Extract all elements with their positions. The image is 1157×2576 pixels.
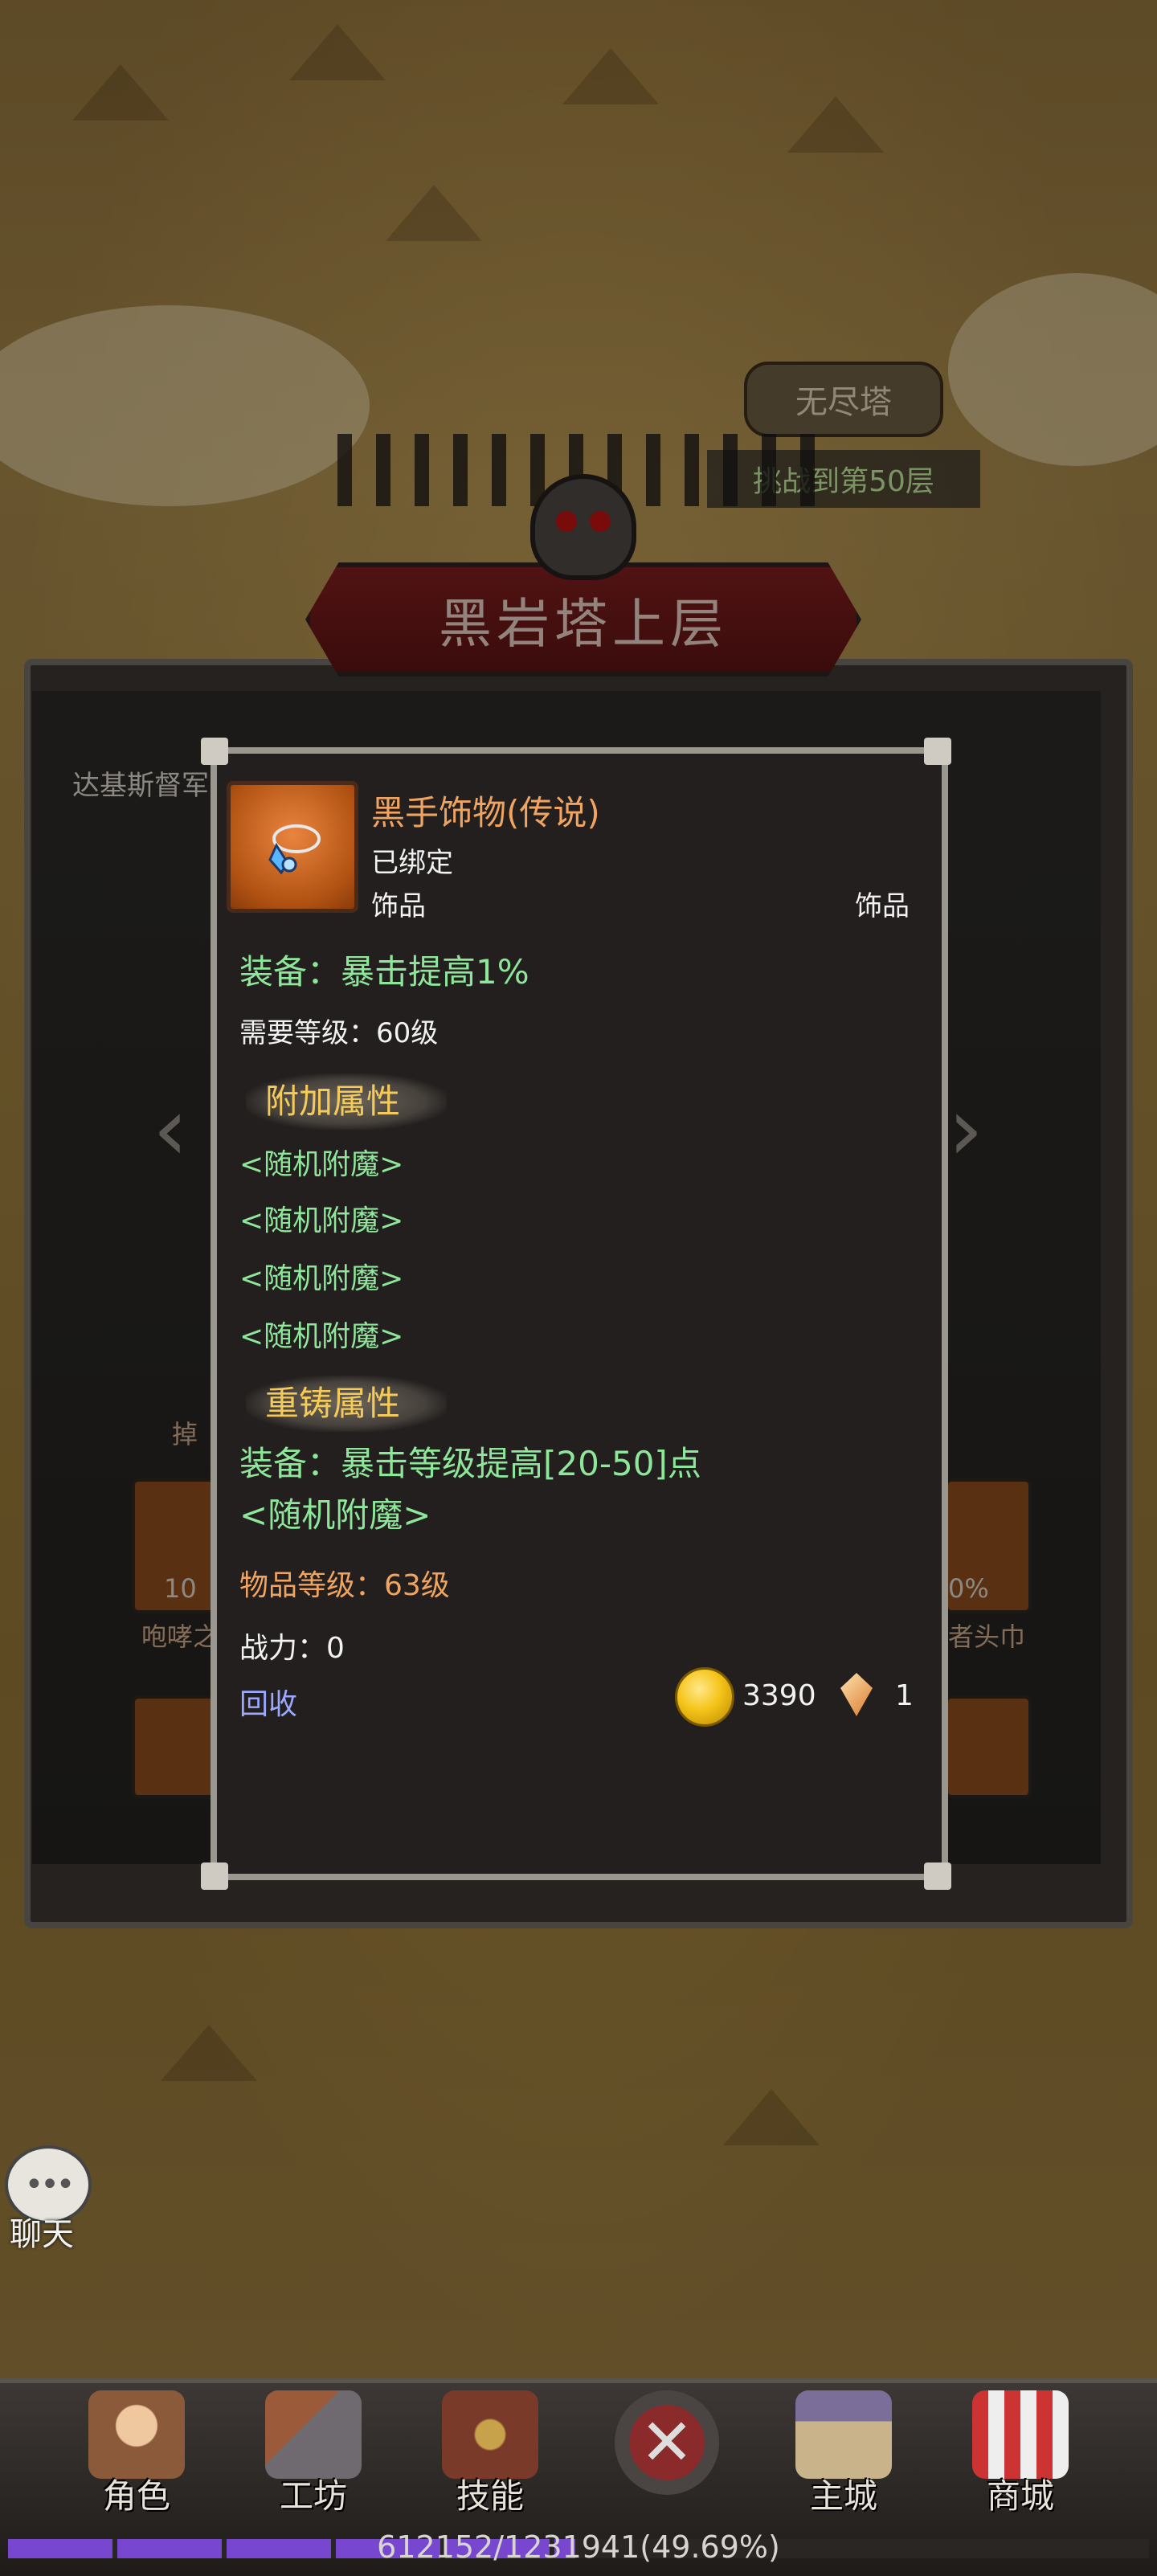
nav-label: 工坊: [279, 2476, 347, 2516]
item-type: 饰品: [855, 890, 910, 922]
extra-attribute: <随机附魔>: [239, 1262, 404, 1295]
crystal-amount: 1: [895, 1679, 914, 1712]
chat-bubble-icon: •••: [24, 2166, 76, 2203]
gold-amount: 3390: [742, 1679, 816, 1712]
reforge-effect: 装备：暴击等级提高[20-50]点: [239, 1444, 701, 1483]
character-icon: [88, 2390, 185, 2479]
equip-effect: 装备：暴击提高1%: [239, 952, 529, 992]
bind-status: 已绑定: [371, 847, 453, 879]
combat-power: 战力：0: [239, 1632, 345, 1665]
main-city-icon: [795, 2390, 892, 2479]
gold-coin-icon: [675, 1667, 734, 1727]
item-level: 物品等级：63级: [239, 1569, 450, 1602]
extra-attribute: <随机附魔>: [239, 1204, 404, 1237]
extra-attribute: <随机附魔>: [239, 1148, 404, 1181]
battle-icon: ✕: [615, 2390, 719, 2495]
item-slot: 饰品: [371, 890, 426, 922]
workshop-icon: [265, 2390, 362, 2479]
item-icon: [227, 781, 358, 913]
nav-label: 技能: [456, 2476, 524, 2516]
item-name: 黑手饰物(传说): [371, 793, 600, 832]
nav-label: 主城: [809, 2476, 877, 2516]
recycle-button[interactable]: 回收: [239, 1681, 297, 1723]
frame-corner: [201, 738, 228, 765]
frame-corner: [924, 738, 951, 765]
experience-text: 612152/1231941(49.69%): [377, 2529, 780, 2565]
skills-icon: [442, 2390, 538, 2479]
nav-label: 角色: [102, 2476, 170, 2516]
shop-icon: [972, 2390, 1069, 2479]
chat-label[interactable]: 聊天: [10, 2208, 74, 2255]
nav-battle[interactable]: ✕: [587, 2390, 747, 2519]
trinket-icon: [268, 824, 321, 875]
nav-workshop[interactable]: 工坊: [233, 2390, 394, 2519]
nav-skills[interactable]: 技能: [410, 2390, 570, 2519]
extra-attributes-heading: 附加属性: [246, 1073, 447, 1130]
reforge-random: <随机附魔>: [239, 1495, 431, 1535]
nav-label: 商城: [986, 2476, 1054, 2516]
frame-corner: [201, 1862, 228, 1890]
required-level: 需要等级：60级: [239, 1017, 439, 1049]
nav-main-city[interactable]: 主城: [763, 2390, 924, 2519]
nav-shop[interactable]: 商城: [940, 2390, 1101, 2519]
reforge-attributes-heading: 重铸属性: [246, 1376, 447, 1432]
extra-attribute: <随机附魔>: [239, 1320, 404, 1353]
frame-corner: [924, 1862, 951, 1890]
nav-character[interactable]: 角色: [56, 2390, 217, 2519]
